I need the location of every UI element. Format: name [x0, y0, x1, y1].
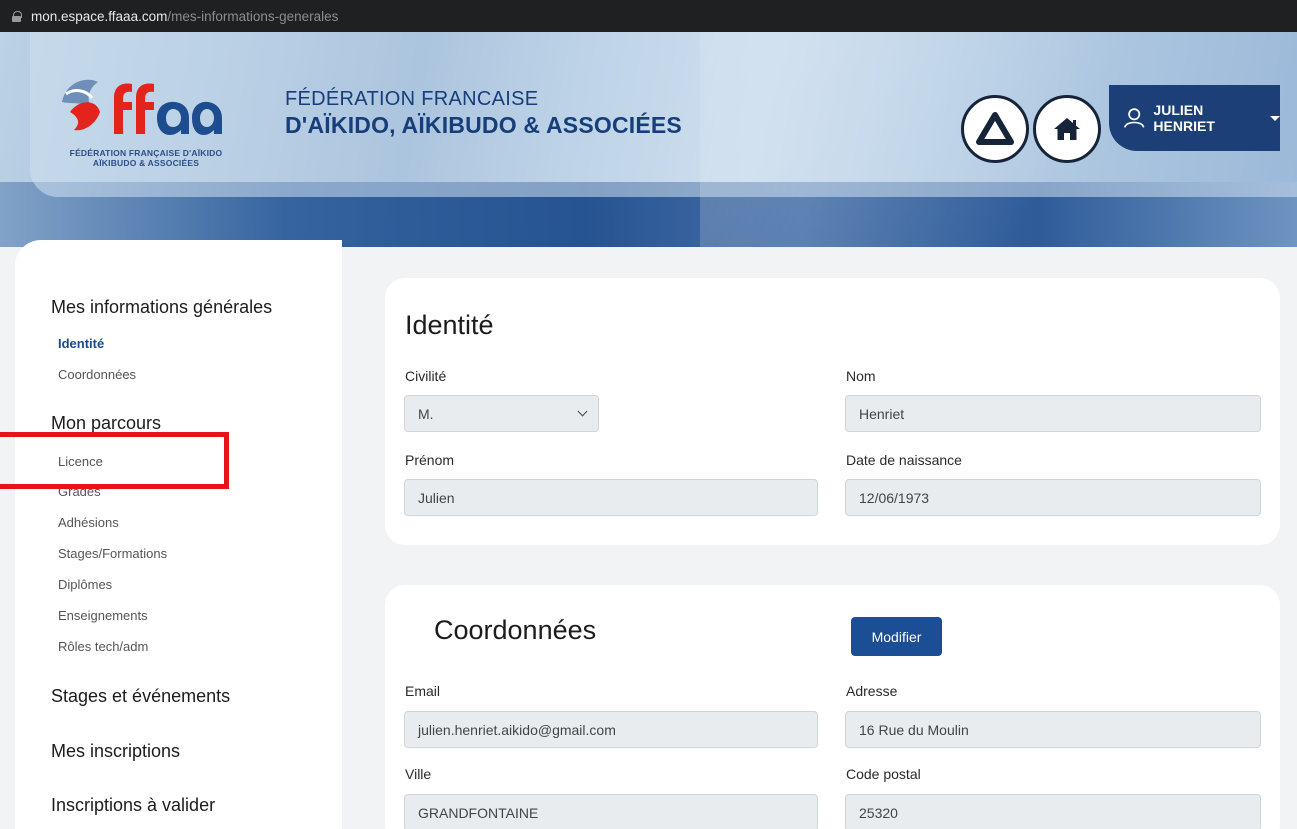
home-button[interactable] — [1033, 95, 1101, 163]
nom-field[interactable]: Henriet — [845, 395, 1261, 432]
civilite-label: Civilité — [405, 368, 447, 384]
adresse-label: Adresse — [846, 683, 898, 699]
prenom-field[interactable]: Julien — [404, 479, 818, 516]
sidebar-section-inscriptions[interactable]: Mes inscriptions — [51, 741, 180, 762]
logo-subtitle-line1: FÉDÉRATION FRANÇAISE D'AÏKIDO — [69, 148, 223, 158]
adresse-value: 16 Rue du Moulin — [859, 721, 969, 738]
delta-icon — [976, 112, 1014, 145]
licence-highlight-box — [0, 432, 229, 489]
home-icon — [1054, 118, 1080, 140]
sidebar-item-diplomes[interactable]: Diplômes — [58, 577, 112, 592]
sidebar-item-enseignements[interactable]: Enseignements — [58, 608, 148, 623]
logo-subtitle-line2: AÏKIBUDO & ASSOCIÉES — [92, 158, 200, 168]
delta-app-button[interactable] — [961, 95, 1029, 163]
nom-value: Henriet — [859, 405, 905, 422]
ville-label: Ville — [405, 766, 432, 782]
civilite-value: M. — [418, 405, 434, 422]
adresse-field[interactable]: 16 Rue du Moulin — [845, 711, 1261, 748]
url-path: /mes-informations-generales — [167, 8, 339, 24]
caret-down-icon — [1270, 115, 1280, 121]
browser-address-bar[interactable]: mon.espace.ffaaa.com /mes-informations-g… — [0, 0, 1297, 32]
user-icon — [1124, 108, 1145, 128]
nom-label: Nom — [846, 368, 876, 384]
ville-value: GRANDFONTAINE — [418, 804, 539, 821]
coordonnees-title: Coordonnées — [434, 615, 597, 645]
logo-mark-icon — [62, 79, 222, 135]
logo-subtitle: FÉDÉRATION FRANÇAISE D'AÏKIDO AÏKIBUDO &… — [56, 148, 236, 168]
code-postal-label: Code postal — [846, 766, 921, 782]
naissance-field[interactable]: 12/06/1973 — [845, 479, 1261, 516]
sidebar-item-roles[interactable]: Rôles tech/adm — [58, 639, 148, 654]
sidebar-item-adhesions[interactable]: Adhésions — [58, 515, 119, 530]
identite-title: Identité — [405, 310, 494, 340]
org-name-line1: FÉDÉRATION FRANCAISE — [285, 88, 539, 110]
url-host: mon.espace.ffaaa.com — [31, 8, 168, 24]
email-field[interactable]: julien.henriet.aikido@gmail.com — [404, 711, 818, 748]
naissance-label: Date de naissance — [846, 452, 962, 468]
naissance-value: 12/06/1973 — [859, 489, 930, 506]
sidebar-section-parcours[interactable]: Mon parcours — [51, 413, 161, 434]
user-name: JULIEN HENRIET — [1153, 102, 1215, 134]
organization-name: FÉDÉRATION FRANCAISE D'AÏKIDO, AÏKIBUDO … — [285, 88, 682, 139]
code-postal-field[interactable]: 25320 — [845, 794, 1261, 829]
sidebar-section-stages-evenements[interactable]: Stages et événements — [51, 686, 230, 707]
email-label: Email — [405, 683, 441, 699]
prenom-label: Prénom — [405, 452, 455, 468]
sidebar-item-identite[interactable]: Identité — [58, 336, 104, 351]
ville-field[interactable]: GRANDFONTAINE — [404, 794, 818, 829]
email-value: julien.henriet.aikido@gmail.com — [418, 721, 616, 738]
civilite-select[interactable]: M. — [404, 395, 599, 432]
sidebar-section-informations[interactable]: Mes informations générales — [51, 297, 272, 318]
sidebar-item-coordonnees[interactable]: Coordonnées — [58, 367, 136, 382]
user-menu-button[interactable]: JULIEN HENRIET — [1109, 85, 1280, 151]
modifier-button[interactable]: Modifier — [851, 617, 942, 656]
sidebar-section-inscriptions-a-valider[interactable]: Inscriptions à valider — [51, 795, 215, 816]
prenom-value: Julien — [418, 489, 455, 506]
code-postal-value: 25320 — [859, 804, 898, 821]
chevron-down-icon — [577, 406, 588, 417]
sidebar-item-stages-formations[interactable]: Stages/Formations — [58, 546, 167, 561]
org-name-line2: D'AÏKIDO, AÏKIBUDO & ASSOCIÉES — [285, 112, 682, 138]
lock-icon — [12, 10, 22, 22]
